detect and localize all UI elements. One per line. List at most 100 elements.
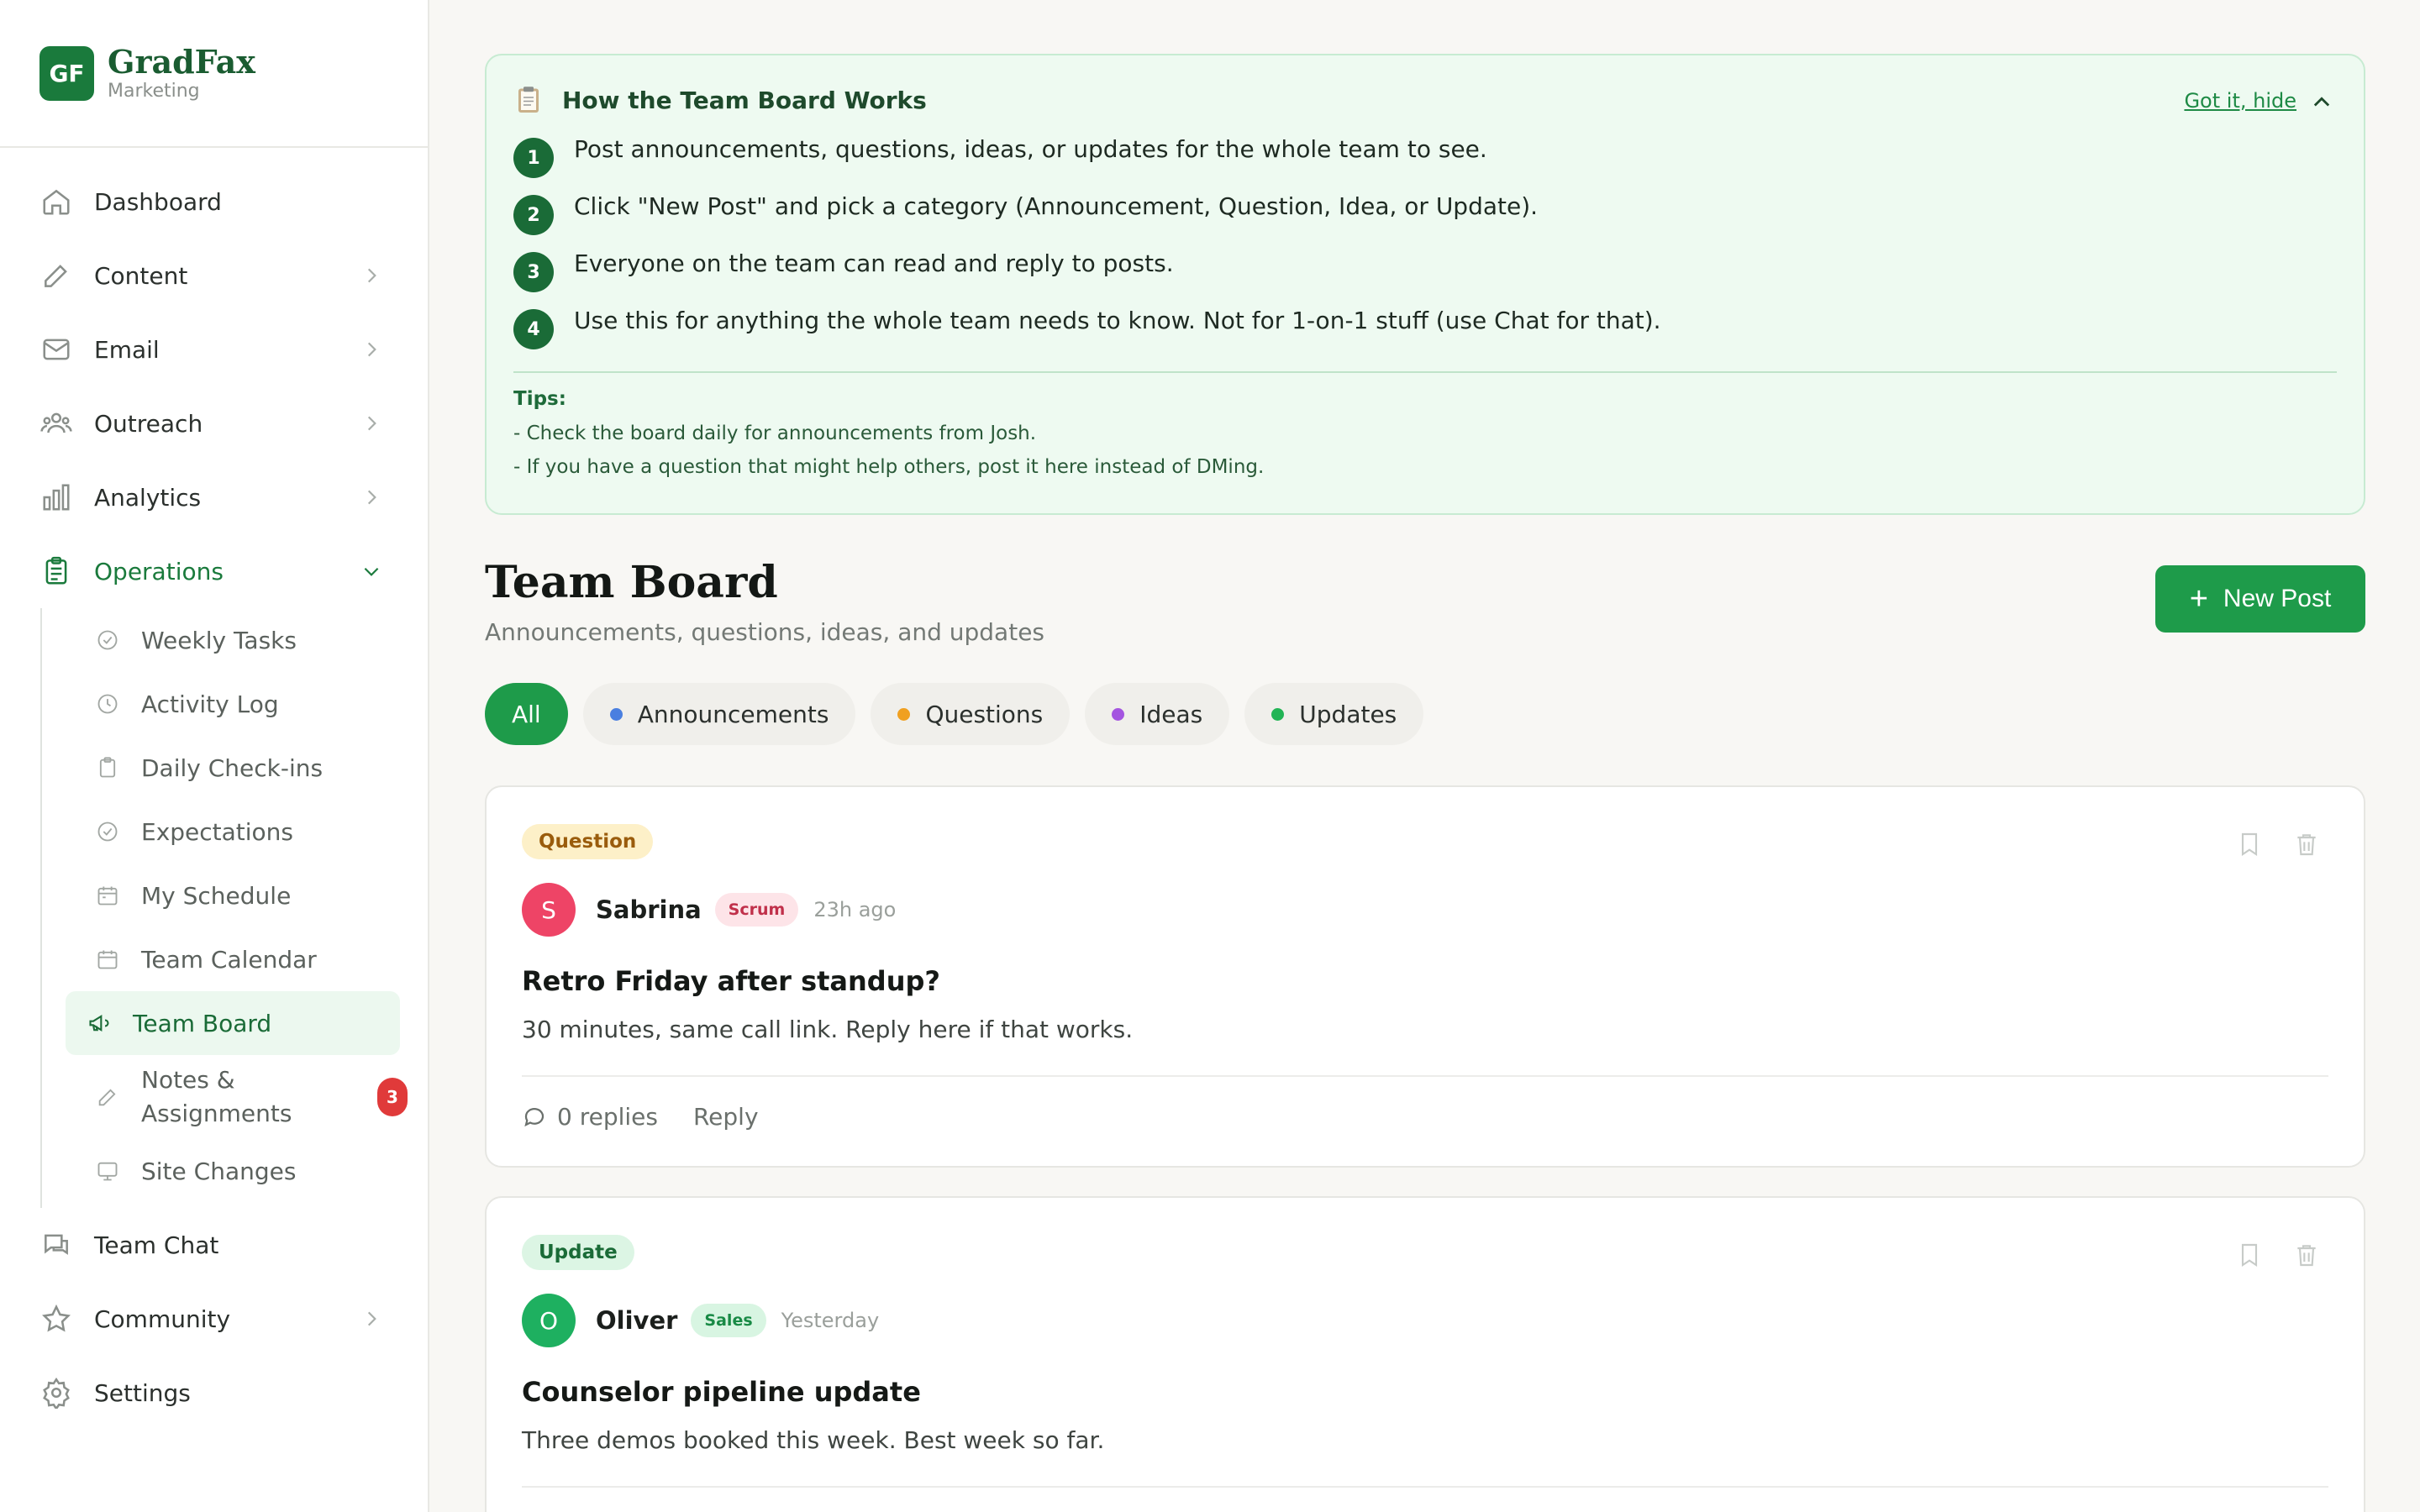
subnav-label: Daily Check-ins [141,753,324,782]
brand-name: GradFax [108,42,255,81]
post-actions [2206,831,2320,858]
nav-label: Team Chat [94,1231,219,1259]
step-number: 3 [513,252,554,292]
check-circle-icon [96,820,119,843]
board-header: Team Board Announcements, questions, ide… [485,557,2365,658]
nav-item-email[interactable]: Email [0,312,428,386]
subnav-label: Activity Log [141,690,279,718]
notes-label-line1: Notes & [141,1066,235,1094]
filter-label: All [512,700,541,728]
trash-icon[interactable] [2293,1242,2320,1268]
bar-chart-icon [40,481,72,513]
how-it-works-header: How the Team Board Works [513,81,2337,119]
nav-item-content[interactable]: Content [0,239,428,312]
subnav-item-weekly-tasks[interactable]: Weekly Tasks [74,608,428,672]
notification-badge: 3 [377,1078,408,1116]
main-nav: Dashboard Content Email Outreach Analyti… [0,148,428,1430]
reply-button[interactable]: Reply [693,1103,759,1131]
tip-item: - Check the board daily for announcement… [513,423,1037,444]
step-text: Everyone on the team can read and reply … [574,249,1174,277]
chevron-right-icon [360,1308,382,1330]
filter-label: Announcements [637,700,829,728]
subnav-item-expectations[interactable]: Expectations [74,800,428,864]
team-badge: Scrum [714,893,799,927]
nav-item-dashboard[interactable]: Dashboard [0,165,428,239]
page-title: Team Board [485,557,778,608]
nav-item-outreach[interactable]: Outreach [0,386,428,460]
post-footer: 0 replies Reply [522,1077,2328,1156]
step-number: 2 [513,195,554,235]
subnav-label: Expectations [141,817,294,846]
nav-label: Dashboard [94,187,222,216]
subnav-item-activity-log[interactable]: Activity Log [74,672,428,736]
bookmark-icon[interactable] [2236,831,2263,858]
filter-label: Questions [925,700,1044,728]
nav-item-community[interactable]: Community [0,1282,428,1356]
sidebar: GF GradFax Marketing Dashboard Content E… [0,0,429,1512]
chevron-right-icon [360,265,382,286]
bookmark-icon[interactable] [2236,1242,2263,1268]
megaphone-icon [87,1011,111,1035]
nav-label: Outreach [94,409,203,438]
how-it-works-panel: How the Team Board Works Got it, hide 1 … [485,54,2365,515]
clipboard-icon [40,555,72,587]
chevron-right-icon [360,339,382,360]
comment-icon [524,1108,544,1127]
filter-updates[interactable]: Updates [1244,683,1424,745]
chevron-right-icon [360,486,382,508]
post-time: Yesterday [781,1309,880,1332]
filter-label: Updates [1299,700,1397,728]
chevron-right-icon [360,412,382,434]
brand[interactable]: GF GradFax Marketing [0,0,428,148]
step-item: 3 Everyone on the team can read and repl… [513,247,2337,304]
subnav-item-my-schedule[interactable]: My Schedule [74,864,428,927]
category-badge: Update [522,1235,634,1270]
new-post-button[interactable]: + New Post [2155,565,2365,633]
nav-item-analytics[interactable]: Analytics [0,460,428,534]
filter-label: Ideas [1139,700,1203,728]
clipboard-icon [518,87,539,113]
gear-icon [40,1377,72,1409]
avatar: O [522,1294,576,1347]
hide-guide-link[interactable]: Got it, hide [2184,89,2296,113]
nav-item-team-chat[interactable]: Team Chat [0,1208,428,1282]
subnav-item-daily-checkins[interactable]: Daily Check-ins [74,736,428,800]
post-card[interactable]: Update O Oliver Sales Yesterday Counselo… [485,1196,2365,1512]
author-row: O Oliver Sales Yesterday [522,1294,2328,1347]
filter-ideas[interactable]: Ideas [1085,683,1230,745]
filter-questions[interactable]: Questions [871,683,1071,745]
subnav-item-notes-assignments[interactable]: Notes & Assignments 3 [74,1055,428,1139]
author-name: Sabrina [596,895,702,924]
step-text: Post announcements, questions, ideas, or… [574,135,1487,163]
category-badge: Question [522,824,654,859]
step-text: Use this for anything the whole team nee… [574,307,1661,334]
category-filters: All Announcements Questions Ideas Update… [485,683,2365,745]
trash-icon[interactable] [2293,831,2320,858]
nav-item-settings[interactable]: Settings [0,1356,428,1430]
brand-logo: GF [39,45,94,101]
subnav-label: Site Changes [141,1157,297,1185]
post-card[interactable]: Question S Sabrina Scrum 23h ago Retro F… [485,785,2365,1168]
author-name: Oliver [596,1306,678,1335]
tip-item: - If you have a question that might help… [513,456,1265,478]
mail-icon [40,333,72,365]
post-body: Three demos booked this week. Best week … [522,1426,1105,1454]
filter-announcements[interactable]: Announcements [582,683,856,745]
step-item: 4 Use this for anything the whole team n… [513,304,2337,361]
subnav-label: Notes & Assignments [141,1063,292,1131]
subnav-item-team-board[interactable]: Team Board [66,991,400,1055]
main-content: How the Team Board Works Got it, hide 1 … [485,54,2365,1512]
subnav-label: Weekly Tasks [141,626,297,654]
subnav-item-site-changes[interactable]: Site Changes [74,1139,428,1203]
author-row: S Sabrina Scrum 23h ago [522,883,2328,937]
nav-label: Content [94,261,188,290]
brand-subtitle: Marketing [108,81,200,102]
chevron-up-icon[interactable] [2310,91,2333,114]
replies-count[interactable]: 0 replies [557,1103,658,1131]
nav-item-operations[interactable]: Operations [0,534,428,608]
filter-all[interactable]: All [485,683,568,745]
subnav-label: Team Calendar [141,945,317,974]
steps-list: 1 Post announcements, questions, ideas, … [513,133,2337,361]
subnav-item-team-calendar[interactable]: Team Calendar [74,927,428,991]
star-icon [40,1303,72,1335]
